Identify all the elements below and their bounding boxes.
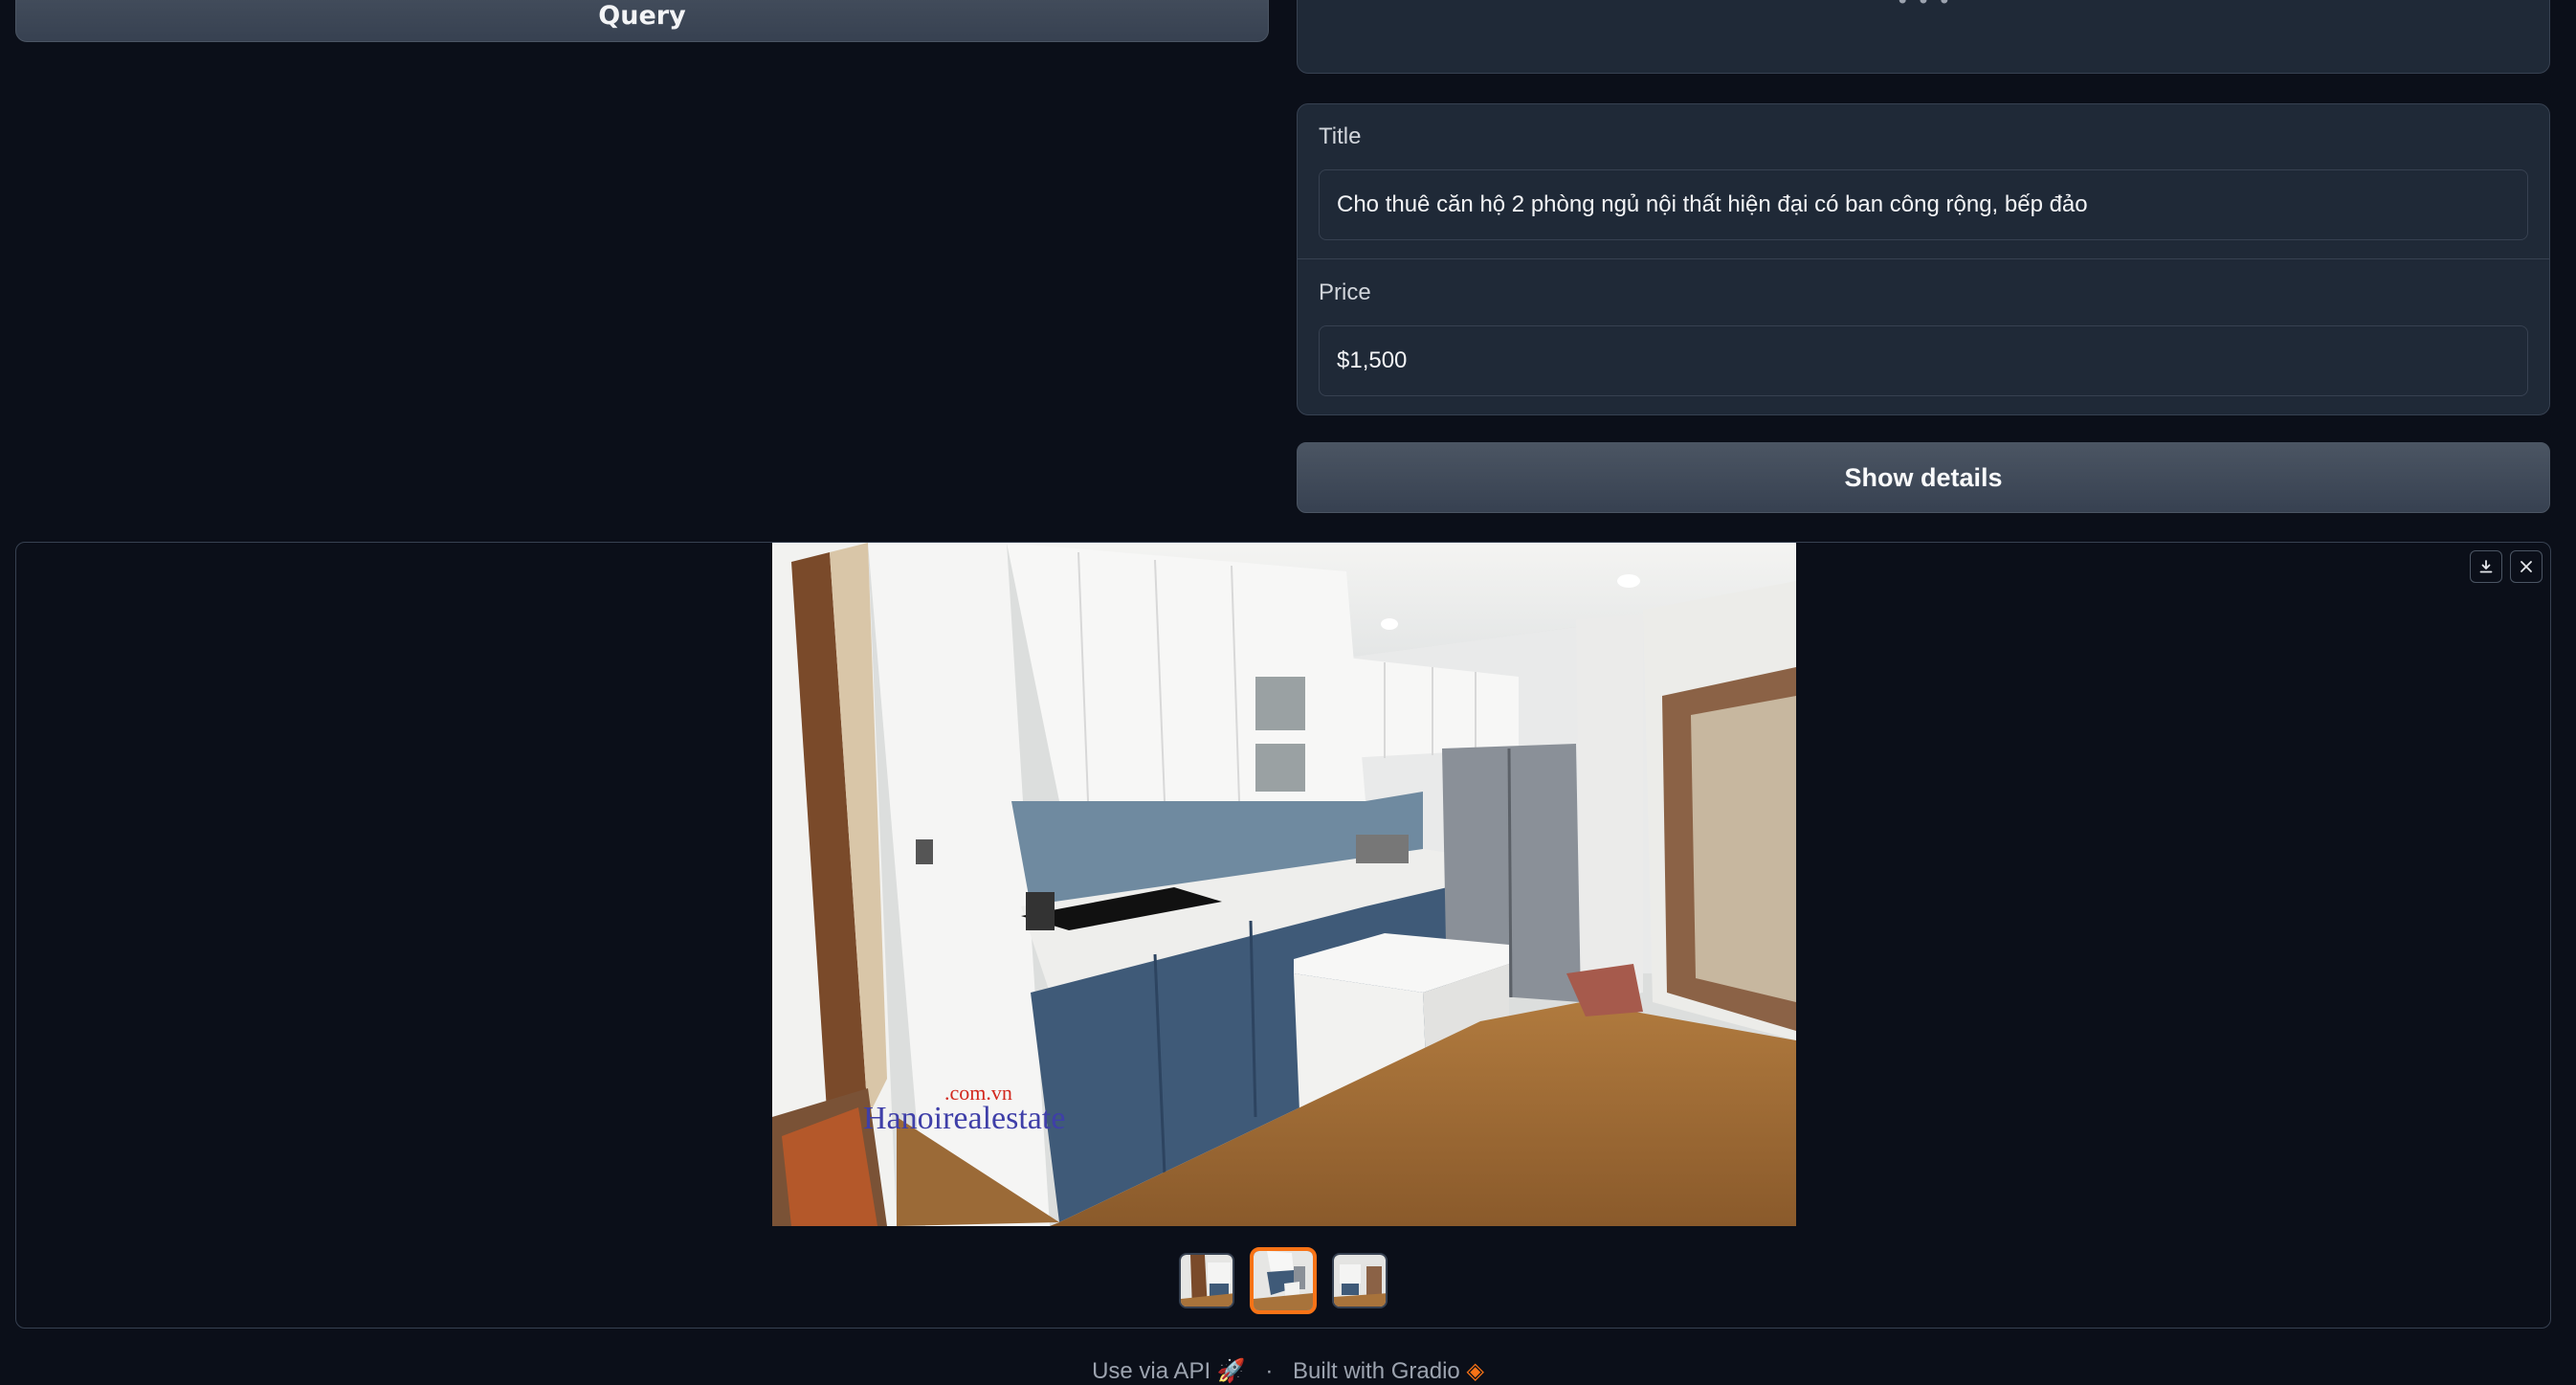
gallery-thumbnail[interactable]: [1332, 1253, 1388, 1308]
output-panel-top: • • •: [1297, 0, 2550, 74]
query-button-label: Query: [598, 0, 686, 31]
gallery-actions: [2470, 550, 2543, 583]
show-details-button[interactable]: Show details: [1297, 442, 2550, 513]
download-button[interactable]: [2470, 550, 2502, 583]
image-gallery: .com.vn Hanoirealestate: [15, 542, 2551, 1329]
thumbnail-image: [1254, 1251, 1313, 1310]
svg-text:Hanoirealestate: Hanoirealestate: [863, 1101, 1065, 1136]
show-details-label: Show details: [1844, 462, 2003, 492]
thumbnail-image: [1181, 1255, 1232, 1307]
gallery-thumbnail-selected[interactable]: [1250, 1247, 1317, 1314]
kitchen-photo: .com.vn Hanoirealestate: [772, 543, 1796, 1226]
price-textbox[interactable]: $1,500: [1319, 325, 2528, 396]
close-icon: [2520, 561, 2532, 572]
gallery-main-image[interactable]: .com.vn Hanoirealestate: [772, 543, 1796, 1226]
thumbnail-image: [1334, 1255, 1386, 1307]
close-button[interactable]: [2510, 550, 2543, 583]
gallery-thumbnails: [16, 1247, 2550, 1314]
title-field: Title Cho thuê căn hộ 2 phòng ngủ nội th…: [1298, 104, 2549, 259]
footer: Use via API 🚀 · Built with Gradio ◈: [0, 1357, 2576, 1385]
listing-fields: Title Cho thuê căn hộ 2 phòng ngủ nội th…: [1297, 103, 2550, 415]
title-label: Title: [1319, 123, 1362, 149]
price-label: Price: [1319, 279, 1371, 305]
price-field: Price $1,500: [1298, 260, 2549, 414]
download-icon: [2479, 560, 2493, 573]
title-textbox[interactable]: Cho thuê căn hộ 2 phòng ngủ nội thất hiệ…: [1319, 169, 2528, 240]
gallery-thumbnail[interactable]: [1179, 1253, 1234, 1308]
query-button[interactable]: Query: [15, 0, 1269, 42]
